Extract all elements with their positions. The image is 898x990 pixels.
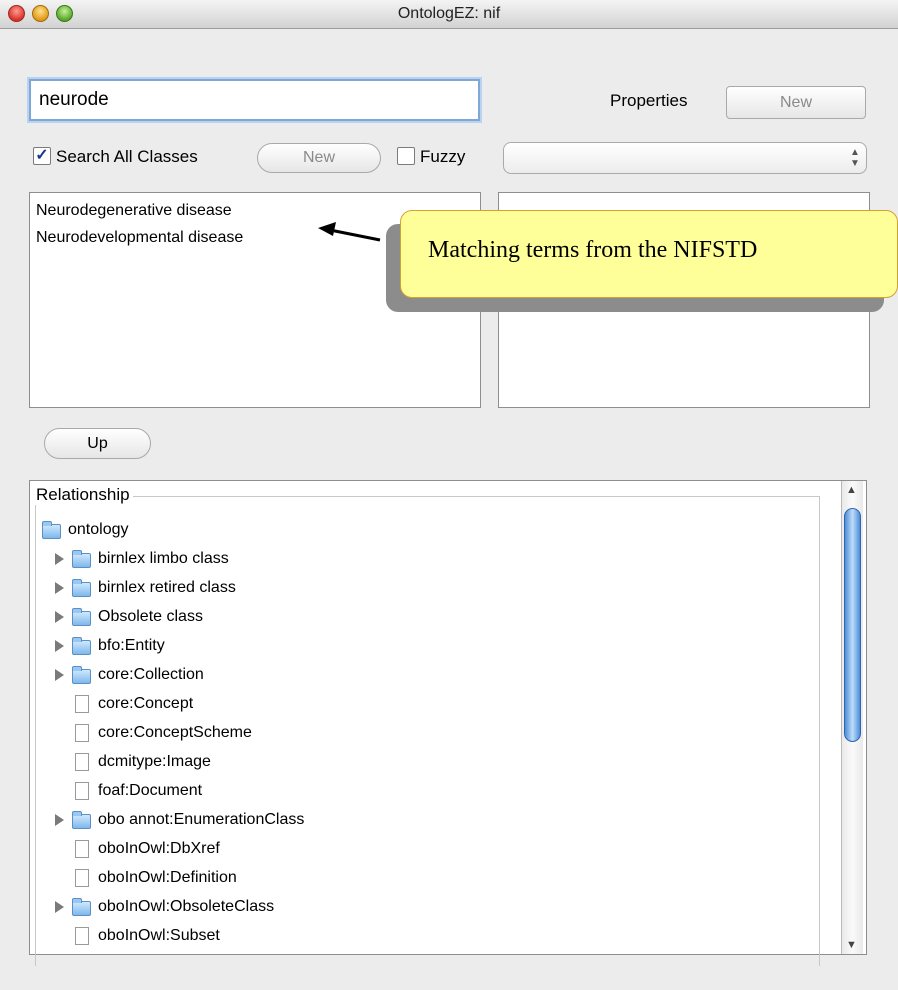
tree-item-label: Obsolete class [98, 608, 203, 625]
scroll-thumb[interactable] [844, 508, 861, 742]
class-popup-select[interactable]: ▲▼ [503, 142, 867, 174]
tree-row[interactable]: Obsolete class [0, 603, 800, 631]
folder-icon [72, 637, 91, 655]
tree-item-label: dcmitype:Image [98, 753, 211, 770]
tree-item-label: bfo:Entity [98, 637, 165, 654]
tree-row[interactable]: obo annot:EnumerationClass [0, 806, 800, 834]
tree-row[interactable]: core:ConceptScheme [0, 719, 800, 747]
tree-row[interactable]: birnlex retired class [0, 574, 800, 602]
tree-row[interactable]: oboInOwl:ObsoleteClass [0, 893, 800, 921]
up-button[interactable]: Up [44, 428, 151, 459]
tree-root[interactable]: ontology [0, 516, 800, 544]
disclosure-triangle-icon[interactable] [55, 582, 64, 594]
disclosure-triangle-icon[interactable] [55, 611, 64, 623]
folder-icon [72, 608, 91, 626]
folder-icon [42, 521, 61, 539]
properties-new-button[interactable]: New [726, 86, 866, 119]
search-all-checkbox[interactable]: ✓ [33, 147, 51, 165]
scroll-up-icon[interactable]: ▲ [846, 484, 857, 496]
document-icon [75, 927, 89, 945]
tree-item-label: oboInOwl:ObsoleteClass [98, 898, 275, 915]
tree-item-label: foaf:Document [98, 782, 203, 799]
relationship-label: Relationship [33, 485, 133, 505]
document-icon [75, 869, 89, 887]
document-icon [75, 782, 89, 800]
tree-row[interactable]: foaf:Document [0, 777, 800, 805]
popup-arrows-icon: ▲▼ [850, 147, 860, 169]
window-title: OntologEZ: nif [397, 5, 501, 22]
fuzzy-label: Fuzzy [420, 147, 466, 166]
document-icon [75, 695, 89, 713]
document-icon [75, 840, 89, 858]
tree-item-label: oboInOwl:Subset [98, 927, 220, 944]
folder-icon [72, 550, 91, 568]
tree-row[interactable]: bfo:Entity [0, 632, 800, 660]
title-bar: OntologEZ: nif [0, 0, 898, 29]
tree-item-label: birnlex limbo class [98, 550, 229, 567]
tree-item-label: core:Collection [98, 666, 204, 683]
search-all-label: Search All Classes [56, 147, 198, 166]
tree-row[interactable]: dcmitype:Image [0, 748, 800, 776]
folder-icon [72, 811, 91, 829]
disclosure-triangle-icon[interactable] [55, 640, 64, 652]
tree-row[interactable]: birnlex limbo class [0, 545, 800, 573]
tree-row[interactable]: core:Concept [0, 690, 800, 718]
callout-annotation: Matching terms from the NIFSTD [400, 210, 898, 298]
search-input[interactable] [29, 79, 480, 121]
tree-item-label: core:Concept [98, 695, 194, 712]
document-icon [75, 753, 89, 771]
fuzzy-checkbox[interactable] [397, 147, 415, 165]
tree-item-label: core:ConceptScheme [98, 724, 252, 741]
search-new-button[interactable]: New [257, 143, 381, 173]
scroll-down-icon[interactable]: ▼ [846, 939, 857, 951]
disclosure-triangle-icon[interactable] [55, 814, 64, 826]
tree-item-label: oboInOwl:Definition [98, 869, 237, 886]
disclosure-triangle-icon[interactable] [55, 669, 64, 681]
tree-item-label: ontology [68, 521, 129, 538]
tree-scrollbar[interactable]: ▲ ▼ [841, 481, 863, 954]
tree-item-label: oboInOwl:DbXref [98, 840, 220, 857]
tree-row[interactable]: core:Collection [0, 661, 800, 689]
folder-icon [72, 666, 91, 684]
tree-row[interactable]: oboInOwl:DbXref [0, 835, 800, 863]
properties-label: Properties [610, 91, 688, 110]
disclosure-triangle-icon[interactable] [55, 553, 64, 565]
tree-row[interactable]: oboInOwl:Definition [0, 864, 800, 892]
folder-icon [72, 898, 91, 916]
tree-item-label: birnlex retired class [98, 579, 236, 596]
folder-icon [72, 579, 91, 597]
tree-item-label: obo annot:EnumerationClass [98, 811, 305, 828]
tree-row[interactable]: oboInOwl:Subset [0, 922, 800, 950]
document-icon [75, 724, 89, 742]
disclosure-triangle-icon[interactable] [55, 901, 64, 913]
